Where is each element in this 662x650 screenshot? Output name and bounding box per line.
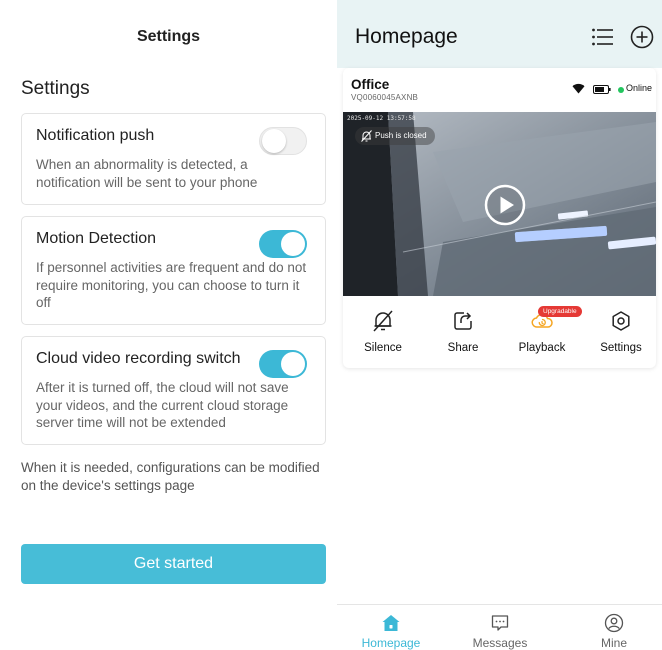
share-icon (454, 312, 472, 330)
user-icon (604, 613, 624, 633)
home-icon (382, 615, 400, 631)
homepage-title: Homepage (355, 25, 458, 48)
device-id: VQ0060045AXNB (351, 93, 419, 102)
silence-label: Silence (364, 342, 402, 354)
push-closed-pill: Push is closed (355, 127, 435, 145)
cloud-recording-toggle[interactable] (259, 350, 307, 378)
get-started-button[interactable]: Get started (21, 544, 326, 584)
online-status-dot (618, 87, 624, 93)
plus-circle-icon[interactable] (630, 25, 654, 49)
online-status-text: Online (626, 83, 653, 93)
bottom-navigation: Homepage Messages Mine (337, 604, 662, 650)
settings-panel: Settings Settings Notification push When… (0, 0, 337, 650)
motion-detection-toggle[interactable] (259, 230, 307, 258)
nav-messages-label: Messages (472, 636, 528, 650)
playback-label: Playback (518, 342, 566, 354)
nav-mine-label: Mine (600, 636, 627, 650)
card-description: When an abnormality is detected, a notif… (36, 157, 258, 190)
battery-icon (593, 85, 611, 94)
message-icon (491, 615, 509, 631)
bell-off-icon (373, 310, 393, 332)
toggle-knob (281, 352, 305, 376)
nav-mine[interactable]: Mine (569, 605, 659, 650)
silence-action[interactable]: Silence (348, 296, 418, 368)
device-name: Office (351, 77, 390, 92)
cloud-recording-card: Cloud video recording switch After it is… (21, 336, 326, 445)
toggle-knob (281, 232, 305, 256)
settings-icon (612, 311, 630, 331)
card-description: If personnel activities are frequent and… (36, 260, 307, 310)
settings-label: Settings (600, 342, 642, 354)
video-timestamp: 2025-09-12 13:57:58 (347, 115, 416, 122)
video-preview[interactable]: 2025-09-12 13:57:58 Push is closed (343, 112, 656, 296)
page-title: Settings (136, 28, 201, 45)
footnote-text: When it is needed, configurations can be… (21, 460, 320, 493)
share-label: Share (447, 342, 479, 354)
play-icon[interactable] (484, 184, 526, 226)
homepage-panel: Homepage Office VQ0060045AXNB Online 202… (337, 0, 662, 650)
nav-messages[interactable]: Messages (455, 605, 545, 650)
nav-homepage-label: Homepage (361, 636, 421, 650)
wifi-icon (572, 83, 585, 94)
toggle-knob (262, 129, 286, 153)
motion-detection-card: Motion Detection If personnel activities… (21, 216, 326, 325)
section-title: Settings (21, 78, 90, 99)
share-action[interactable]: Share (428, 296, 498, 368)
notification-push-toggle[interactable] (259, 127, 307, 155)
upgradable-badge: Upgradable (538, 306, 582, 317)
playback-action[interactable]: Upgradable Playback (507, 296, 582, 368)
notification-push-card: Notification push When an abnormality is… (21, 113, 326, 205)
device-card[interactable]: Office VQ0060045AXNB Online 2025-09-12 1… (343, 68, 656, 368)
top-bar: Homepage (337, 0, 662, 68)
bell-off-icon (361, 130, 372, 142)
card-description: After it is turned off, the cloud will n… (36, 380, 289, 430)
nav-homepage[interactable]: Homepage (346, 605, 436, 650)
device-actions: Silence Share Upgradable Playback Settin… (343, 296, 656, 368)
list-icon[interactable] (592, 27, 614, 47)
settings-action[interactable]: Settings (586, 296, 656, 368)
push-status-text: Push is closed (375, 131, 427, 140)
